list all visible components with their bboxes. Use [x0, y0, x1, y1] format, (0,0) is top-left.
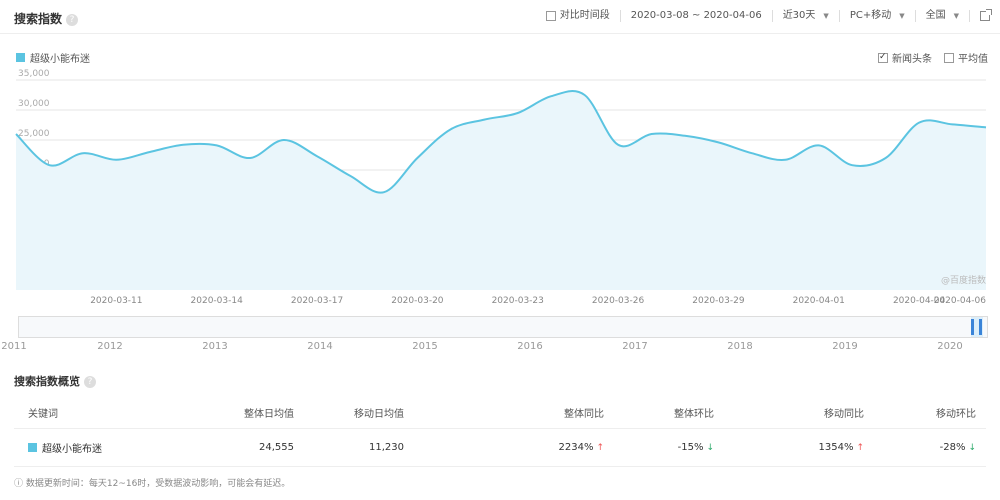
keyword-cell: 超级小能布迷 — [14, 428, 204, 467]
x-tick-label: 2020-03-23 — [492, 296, 544, 306]
chevron-down-icon: ▼ — [823, 12, 829, 20]
navigator-year-label: 2011 — [1, 341, 27, 352]
period-select[interactable]: 近30天 ▼ — [773, 10, 840, 22]
overview-table: 关键词 整体日均值 移动日均值 整体同比 整体环比 移动同比 移动环比 超级小能… — [14, 398, 986, 467]
y-tick-label: 35,000 — [18, 69, 50, 79]
navigator-handle-left[interactable] — [971, 319, 974, 335]
overall-mom-value: -15% — [677, 441, 704, 453]
time-navigator[interactable] — [18, 316, 988, 338]
period-value: 近30天 — [782, 10, 816, 21]
chart-watermark: @百度指数 — [940, 276, 986, 286]
y-tick-label: 30,000 — [18, 99, 50, 109]
overview-title: 搜索指数概览? — [14, 373, 96, 389]
navigator-year-label: 2014 — [307, 341, 333, 352]
update-footnote: ⓘ 数据更新时间：每天12~16时，受数据波动影响，可能会有延迟。 — [14, 479, 291, 489]
news-headline-toggle[interactable]: 新闻头条 — [878, 50, 932, 65]
arrow-up-icon: ↑ — [596, 442, 604, 453]
average-toggle[interactable]: 平均值 — [944, 50, 988, 65]
col-overall-yoy: 整体同比 — [414, 398, 614, 429]
page-title-text: 搜索指数 — [14, 12, 63, 26]
compare-checkbox[interactable] — [545, 11, 556, 21]
x-tick-label: 2020-03-26 — [592, 296, 645, 306]
x-tick-label: 2020-03-29 — [692, 296, 745, 306]
arrow-down-icon: ↓ — [968, 442, 976, 453]
overall-yoy-value: 2234% — [558, 441, 594, 453]
top-bar: 搜索指数? 对比时间段 2020-03-08 ~ 2020-04-06 近30天… — [0, 0, 1000, 34]
device-select[interactable]: PC+移动 ▼ — [840, 10, 916, 22]
date-range-text: 2020-03-08 ~ 2020-04-06 — [630, 10, 762, 21]
navigator-selection[interactable] — [971, 317, 983, 337]
mobile-yoy-value: 1354% — [818, 441, 854, 453]
chevron-down-icon: ▼ — [899, 12, 905, 20]
mobile-mom-cell: -28% ↓ — [874, 428, 986, 467]
x-tick-label: 2020-03-14 — [191, 296, 244, 306]
table-row: 超级小能布迷 24,555 11,230 2234% ↑ -15% ↓ 1354% ↑… — [14, 428, 986, 467]
arrow-down-icon: ↓ — [706, 442, 714, 453]
col-mobile-yoy: 移动同比 — [724, 398, 874, 429]
date-range-picker[interactable]: 2020-03-08 ~ 2020-04-06 — [621, 10, 773, 22]
region-select[interactable]: 全国 ▼ — [916, 10, 970, 22]
overview-title-text: 搜索指数概览 — [14, 375, 80, 388]
x-tick-label: 2020-04-06 — [934, 296, 987, 306]
search-index-chart[interactable]: 35,00030,00025,00020,00015,00010,0005,00… — [0, 66, 1000, 310]
device-value: PC+移动 — [849, 10, 892, 21]
news-checkbox[interactable] — [878, 52, 888, 63]
chevron-down-icon: ▼ — [953, 12, 959, 20]
navigator-year-label: 2020 — [937, 341, 963, 352]
overall-mom-cell: -15% ↓ — [614, 428, 724, 467]
navigator-year-label: 2015 — [412, 341, 438, 352]
keyword-text: 超级小能布迷 — [42, 443, 102, 455]
navigator-year-axis: 2011 2012 2013 2014 2015 2016 2017 2018 2019 2020 — [0, 341, 1000, 355]
navigator-year-label: 2016 — [517, 341, 543, 352]
region-value: 全国 — [925, 10, 946, 21]
export-button[interactable] — [970, 9, 992, 22]
compare-label: 对比时间段 — [559, 10, 610, 21]
external-link-icon — [980, 9, 992, 21]
help-icon[interactable]: ? — [84, 376, 96, 388]
col-mobile-avg: 移动日均值 — [304, 398, 414, 429]
col-overall-mom: 整体环比 — [614, 398, 724, 429]
legend-swatch — [16, 53, 25, 62]
mobile-yoy-cell: 1354% ↑ — [724, 428, 874, 467]
page-title: 搜索指数? — [14, 10, 79, 27]
overall-yoy-cell: 2234% ↑ — [414, 428, 614, 467]
col-keyword: 关键词 — [14, 398, 204, 429]
navigator-year-label: 2013 — [202, 341, 228, 352]
x-tick-label: 2020-03-11 — [90, 296, 142, 306]
x-tick-label: 2020-03-17 — [291, 296, 343, 306]
navigator-year-label: 2019 — [832, 341, 858, 352]
arrow-up-icon: ↑ — [856, 442, 864, 453]
chart-options: 新闻头条 平均值 — [866, 50, 988, 65]
overall-avg-cell: 24,555 — [204, 428, 304, 467]
compare-period-toggle[interactable]: 对比时间段 — [536, 10, 621, 22]
keyword-swatch — [28, 442, 37, 452]
navigator-year-label: 2012 — [97, 341, 123, 352]
mobile-avg-cell: 11,230 — [304, 428, 414, 467]
col-mobile-mom: 移动环比 — [874, 398, 986, 429]
navigator-year-label: 2017 — [622, 341, 648, 352]
table-header-row: 关键词 整体日均值 移动日均值 整体同比 整体环比 移动同比 移动环比 — [14, 398, 986, 429]
filter-controls: 对比时间段 2020-03-08 ~ 2020-04-06 近30天 ▼ PC+移… — [536, 9, 992, 22]
average-label: 平均值 — [958, 54, 988, 65]
col-overall-avg: 整体日均值 — [204, 398, 304, 429]
navigator-year-label: 2018 — [727, 341, 753, 352]
legend-label: 超级小能布迷 — [30, 54, 90, 65]
series-area — [16, 91, 986, 291]
navigator-handle-right[interactable] — [979, 319, 982, 335]
help-icon[interactable]: ? — [66, 14, 79, 26]
y-tick-label: 25,000 — [18, 129, 50, 139]
chart-legend[interactable]: 超级小能布迷 — [16, 50, 90, 65]
x-tick-label: 2020-04-01 — [793, 296, 845, 306]
x-tick-label: 2020-03-20 — [391, 296, 444, 306]
mobile-mom-value: -28% — [939, 441, 966, 453]
news-label: 新闻头条 — [892, 54, 932, 65]
average-checkbox[interactable] — [944, 52, 954, 63]
